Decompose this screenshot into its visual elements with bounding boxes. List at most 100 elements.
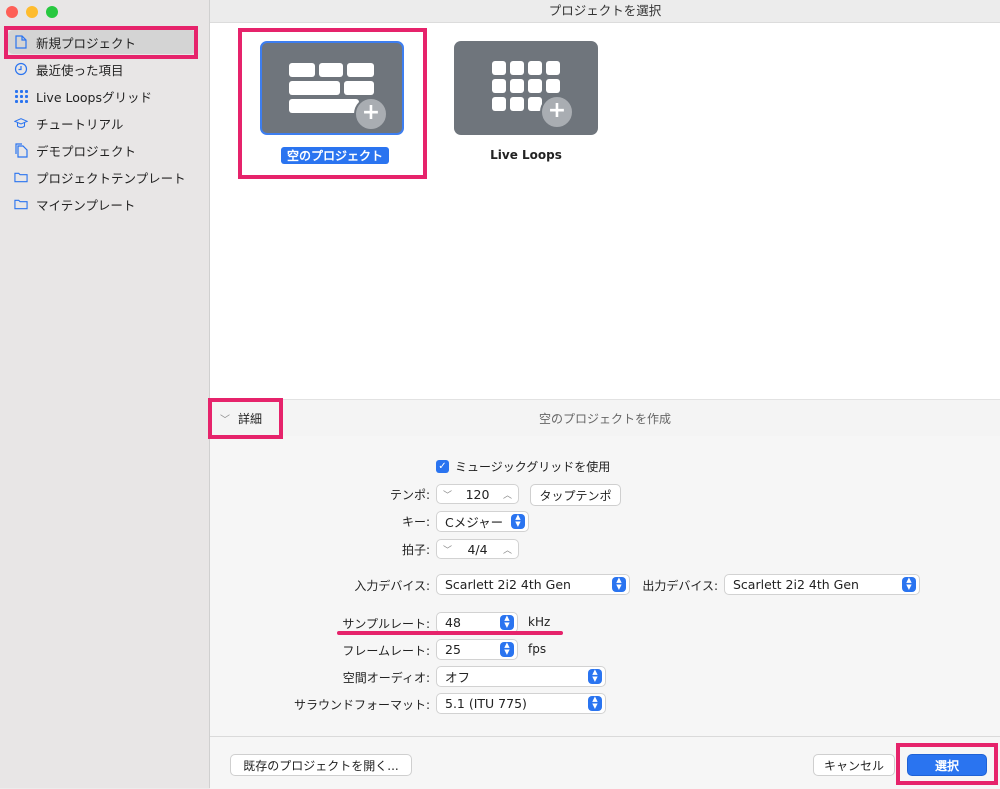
time-signature-value: 4/4 — [467, 541, 488, 557]
close-window-button[interactable] — [6, 6, 18, 18]
brick — [347, 63, 374, 77]
template-label: Live Loops — [490, 148, 562, 162]
sample-rate-unit: kHz — [528, 615, 551, 629]
updown-arrows-icon: ▲ ▼ — [588, 669, 602, 684]
frame-rate-label: フレームレート: — [342, 644, 430, 658]
decrement-icon[interactable]: ﹀ — [443, 543, 452, 556]
decrement-icon[interactable]: ﹀ — [443, 488, 452, 501]
spatial-audio-popup[interactable]: オフ ▲ ▼ — [436, 666, 606, 687]
updown-arrows-icon: ▲ ▼ — [500, 615, 514, 630]
sidebar-item-live-loops-grid[interactable]: Live Loopsグリッド — [8, 84, 196, 108]
tap-tempo-button[interactable]: タップテンポ — [530, 484, 621, 506]
increment-icon[interactable]: ︿ — [503, 543, 512, 556]
output-device-popup[interactable]: Scarlett 2i2 4th Gen ▲ ▼ — [724, 574, 920, 595]
underline-annotation — [337, 631, 563, 635]
cell — [510, 97, 524, 111]
sidebar-item-label: Live Loopsグリッド — [36, 89, 152, 105]
output-device-label: 出力デバイス: — [642, 579, 718, 593]
music-grid-row: ✓ ミュージックグリッドを使用 — [436, 458, 610, 475]
details-bar: ﹀ 詳細 空のプロジェクトを作成 — [210, 399, 1000, 437]
sidebar-item-label: マイテンプレート — [36, 197, 136, 213]
sidebar-item-tutorial[interactable]: チュートリアル — [8, 111, 196, 135]
sidebar-item-my-templates[interactable]: マイテンプレート — [8, 192, 196, 216]
cell — [528, 61, 542, 75]
details-caption: 空のプロジェクトを作成 — [538, 412, 671, 426]
updown-arrows-icon: ▲ ▼ — [500, 642, 514, 657]
cancel-button[interactable]: キャンセル — [813, 754, 895, 776]
time-signature-stepper[interactable]: ﹀ 4/4 ︿ — [436, 539, 519, 559]
key-label: キー: — [401, 515, 430, 529]
input-device-popup[interactable]: Scarlett 2i2 4th Gen ▲ ▼ — [436, 574, 630, 595]
music-grid-label: ミュージックグリッドを使用 — [455, 460, 611, 474]
sidebar-item-label: デモプロジェクト — [36, 143, 137, 159]
input-device-label: 入力デバイス: — [354, 579, 430, 593]
template-label: 空のプロジェクト — [281, 147, 390, 164]
cell — [492, 61, 506, 75]
folder-icon — [14, 197, 28, 211]
spatial-audio-label: 空間オーディオ: — [342, 671, 430, 685]
documents-icon — [14, 142, 28, 158]
cell — [510, 79, 524, 93]
brick — [289, 81, 340, 95]
sidebar-item-label: 最近使った項目 — [36, 62, 124, 78]
sidebar: 新規プロジェクト 最近使った項目 Live Loopsグリッド チュートリアル … — [0, 0, 210, 788]
sidebar-item-label: 新規プロジェクト — [36, 35, 137, 51]
frame-rate-popup[interactable]: 25 ▲ ▼ — [436, 639, 518, 660]
frame-rate-unit: fps — [528, 642, 547, 656]
key-value: Cメジャー — [445, 515, 504, 530]
footer: 既存のプロジェクトを開く... キャンセル 選択 — [210, 736, 1000, 789]
grid-icon — [14, 89, 28, 103]
time-signature-label: 拍子: — [401, 543, 430, 557]
surround-format-popup[interactable]: 5.1 (ITU 775) ▲ ▼ — [436, 693, 606, 714]
clock-icon — [14, 62, 28, 76]
cell — [546, 61, 560, 75]
zoom-window-button[interactable] — [46, 6, 58, 18]
tempo-label: テンポ: — [389, 488, 430, 502]
updown-arrows-icon: ▲ ▼ — [588, 696, 602, 711]
cell — [528, 79, 542, 93]
sidebar-item-new-project[interactable]: 新規プロジェクト — [8, 30, 196, 54]
choose-button[interactable]: 選択 — [907, 754, 987, 776]
frame-rate-value: 25 — [445, 642, 461, 657]
template-live-loops[interactable]: + — [454, 41, 598, 135]
sample-rate-popup[interactable]: 48 ▲ ▼ — [436, 612, 518, 633]
window-controls — [6, 6, 58, 18]
graduation-cap-icon — [14, 116, 28, 130]
sample-rate-value: 48 — [445, 615, 461, 630]
increment-icon[interactable]: ︿ — [503, 488, 512, 501]
input-device-value: Scarlett 2i2 4th Gen — [445, 577, 571, 592]
brick — [319, 63, 343, 77]
project-settings-form: ✓ ミュージックグリッドを使用 テンポ: ﹀ 120 ︿ タップテンポ キー: … — [210, 436, 1000, 736]
surround-format-value: 5.1 (ITU 775) — [445, 696, 527, 711]
tempo-stepper[interactable]: ﹀ 120 ︿ — [436, 484, 519, 504]
brick — [344, 81, 374, 95]
music-grid-checkbox[interactable]: ✓ — [436, 460, 449, 473]
sidebar-item-demo-project[interactable]: デモプロジェクト — [8, 138, 196, 162]
key-popup[interactable]: Cメジャー ▲ ▼ — [436, 511, 529, 532]
plus-icon: + — [540, 95, 574, 129]
brick — [289, 99, 359, 113]
cell — [510, 61, 524, 75]
window-title: プロジェクトを選択 — [210, 0, 1000, 23]
cell — [492, 79, 506, 93]
brick — [289, 63, 315, 77]
sample-rate-label: サンプルレート: — [342, 617, 430, 631]
spatial-audio-value: オフ — [445, 670, 471, 685]
surround-format-label: サラウンドフォーマット: — [293, 698, 430, 712]
sidebar-item-label: プロジェクトテンプレート — [36, 170, 186, 186]
updown-arrows-icon: ▲ ▼ — [511, 514, 525, 529]
open-existing-project-button[interactable]: 既存のプロジェクトを開く... — [230, 754, 412, 776]
sidebar-item-project-templates[interactable]: プロジェクトテンプレート — [8, 165, 196, 189]
sidebar-item-label: チュートリアル — [36, 116, 124, 132]
folder-icon — [14, 170, 28, 184]
template-empty-project[interactable]: + — [260, 41, 404, 135]
output-device-value: Scarlett 2i2 4th Gen — [733, 577, 859, 592]
minimize-window-button[interactable] — [26, 6, 38, 18]
document-icon — [14, 35, 28, 49]
cell — [546, 79, 560, 93]
sidebar-item-recent[interactable]: 最近使った項目 — [8, 57, 196, 81]
plus-icon: + — [354, 97, 388, 131]
tempo-value: 120 — [465, 486, 490, 502]
updown-arrows-icon: ▲ ▼ — [902, 577, 916, 592]
cell — [492, 97, 506, 111]
